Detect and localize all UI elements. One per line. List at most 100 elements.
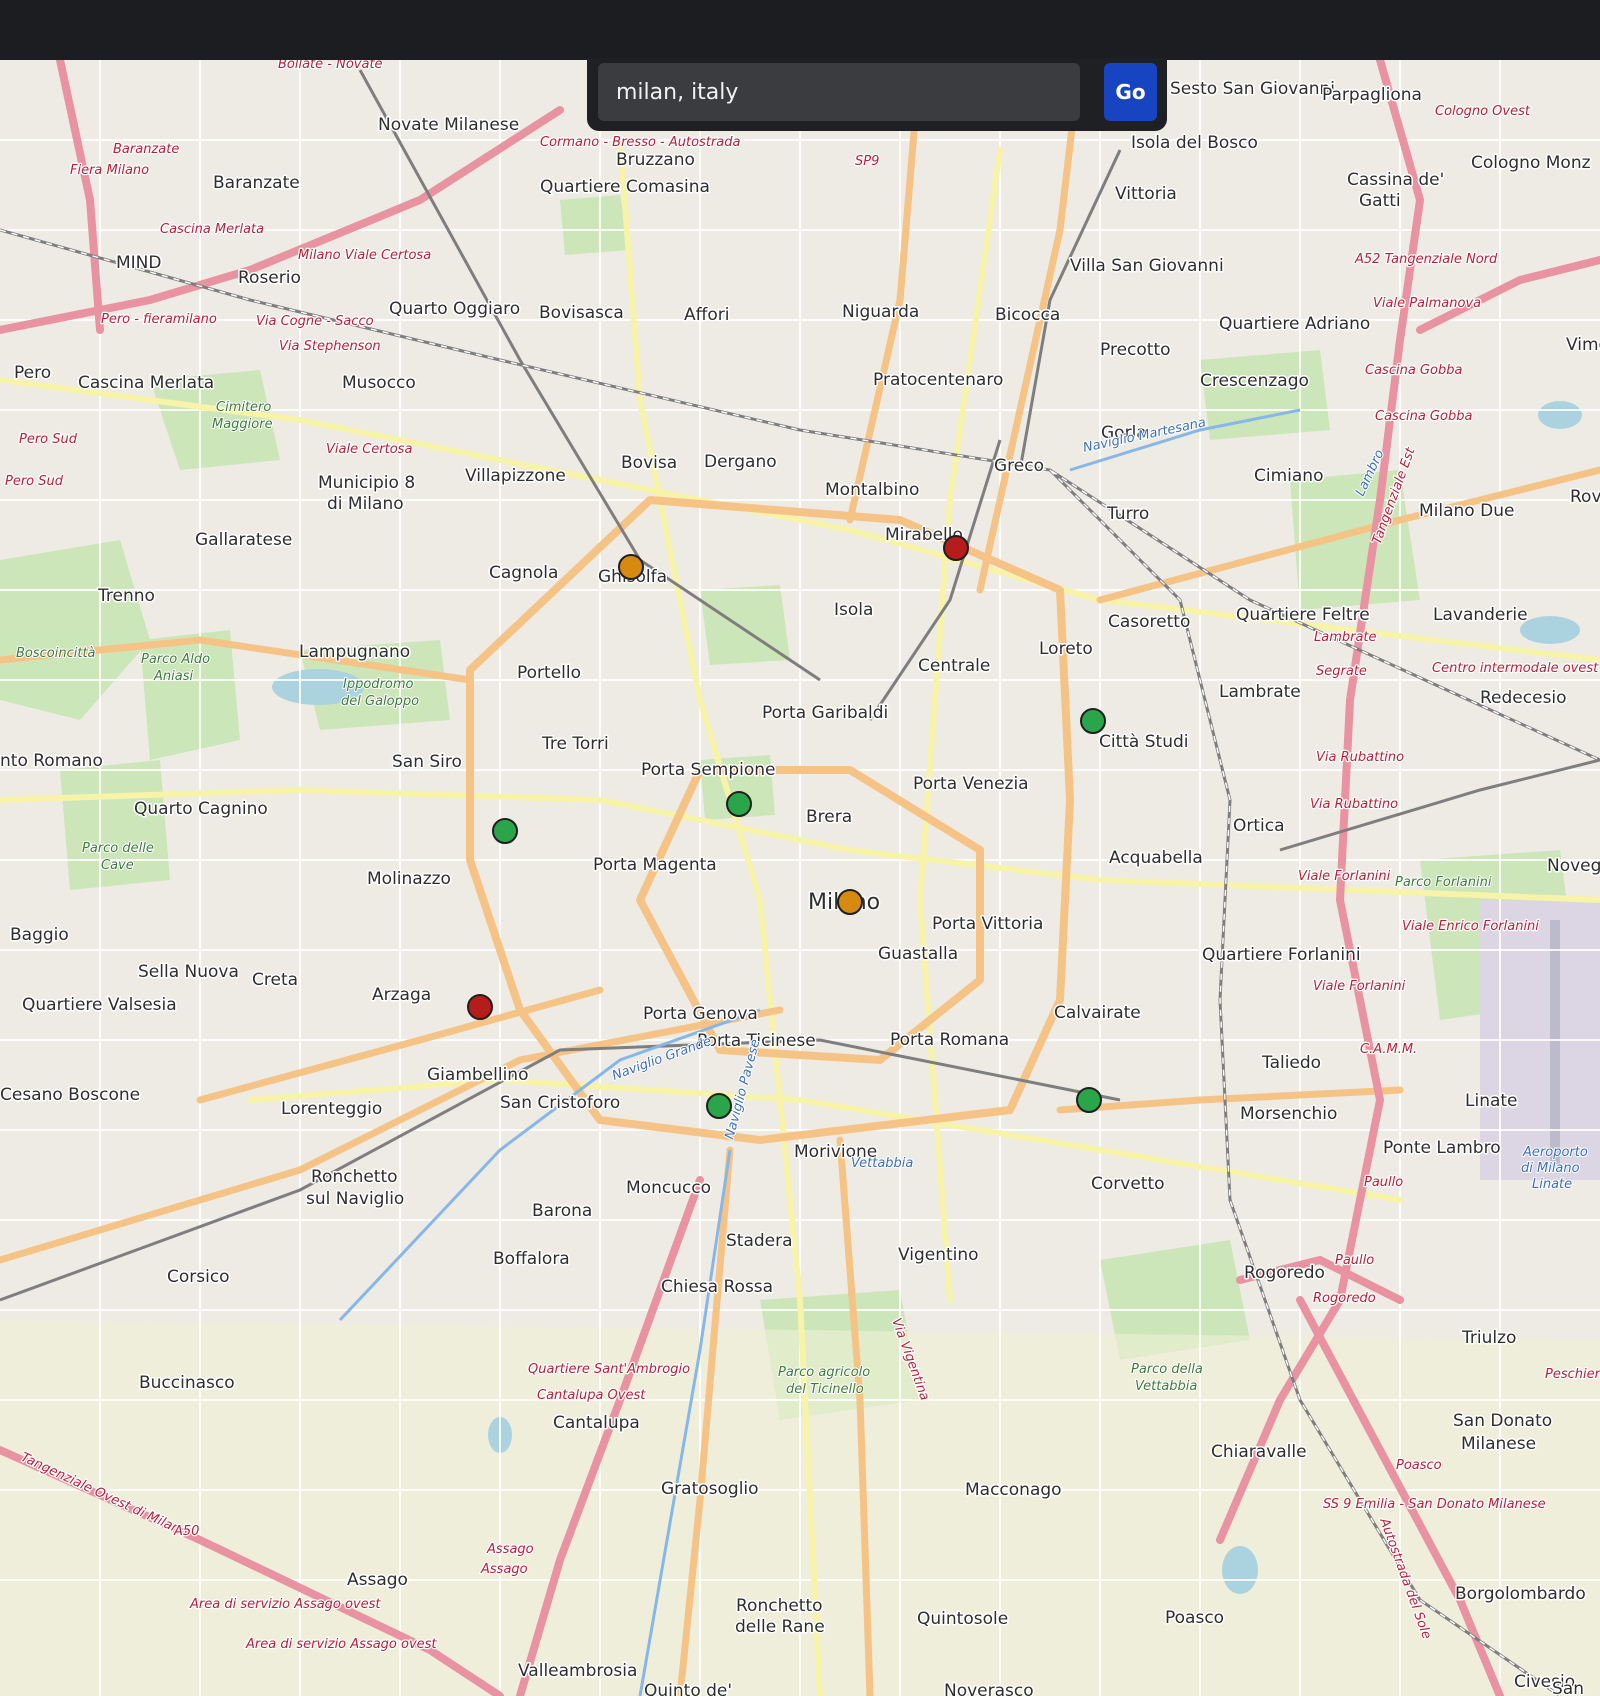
water-label: di Milano xyxy=(1521,1161,1580,1176)
park-label: Maggiore xyxy=(212,417,273,432)
place-label: Cologno Monz xyxy=(1471,153,1591,173)
road-label: Poasco xyxy=(1396,1458,1442,1473)
road-label: Lambrate xyxy=(1314,630,1377,645)
place-label: Quarto Oggiaro xyxy=(389,299,520,319)
road-label: Cascina Gobba xyxy=(1375,409,1472,424)
place-label: Porta Romana xyxy=(890,1030,1009,1050)
place-label: Greco xyxy=(994,456,1044,476)
place-label: Porta Genova xyxy=(643,1004,758,1024)
place-label: Ponte Lambro xyxy=(1383,1138,1501,1158)
place-label: Borgolombardo xyxy=(1455,1584,1586,1604)
map-marker-orange[interactable] xyxy=(618,554,644,580)
place-label: Corvetto xyxy=(1091,1174,1165,1194)
road-label: Cormano - Bresso - Autostrada xyxy=(540,135,740,150)
map-canvas[interactable]: Novate Milanese Bruzzano Quartiere Comas… xyxy=(0,60,1600,1696)
place-label: Macconago xyxy=(965,1480,1062,1500)
map-marker-green[interactable] xyxy=(706,1093,732,1119)
place-label: Calvairate xyxy=(1054,1003,1141,1023)
place-label: Milanese xyxy=(1461,1434,1536,1454)
map-marker-green[interactable] xyxy=(726,791,752,817)
place-label: Baranzate xyxy=(213,173,300,193)
place-label: Buccinasco xyxy=(139,1373,235,1393)
place-label: Porta Sempione xyxy=(641,760,775,780)
place-label: Isola xyxy=(834,600,873,620)
road-label: Paullo xyxy=(1364,1175,1403,1190)
water-label: Aeroporto xyxy=(1522,1145,1588,1160)
place-label: Valleambrosia xyxy=(518,1661,637,1681)
place-label: Pratocentenaro xyxy=(873,370,1003,390)
place-label: Noverasco xyxy=(944,1681,1034,1696)
place-label: Villa San Giovanni xyxy=(1070,256,1224,276)
place-label: Vimo xyxy=(1566,335,1600,355)
place-label: Lampugnano xyxy=(299,642,410,662)
place-label: Giambellino xyxy=(427,1065,528,1085)
water-label: Vettabbia xyxy=(851,1156,913,1171)
place-label: San Donato xyxy=(1453,1411,1552,1431)
park-label: Cimitero xyxy=(216,400,271,415)
place-label: Chiesa Rossa xyxy=(661,1277,773,1297)
place-label: Cimiano xyxy=(1254,466,1323,486)
map-marker-green[interactable] xyxy=(1076,1087,1102,1113)
place-label: Isola del Bosco xyxy=(1131,133,1258,153)
place-label: Quarto Cagnino xyxy=(134,799,268,819)
place-label: Lambrate xyxy=(1219,682,1301,702)
place-label: Boffalora xyxy=(493,1249,570,1269)
park-label: Parco Forlanini xyxy=(1395,875,1492,890)
road-label: Bollate - Novate xyxy=(278,60,383,72)
map-marker-red[interactable] xyxy=(943,535,969,561)
place-label: Quartiere Valsesia xyxy=(22,995,177,1015)
road-label: Pero Sud xyxy=(19,432,78,447)
place-label: Municipio 8 xyxy=(318,473,415,493)
road-label: Viale Forlanini xyxy=(1313,979,1406,994)
search-input[interactable] xyxy=(598,63,1080,121)
place-label: Cagnola xyxy=(489,563,558,583)
place-label: Quartiere Feltre xyxy=(1236,605,1370,625)
park-label: del Galoppo xyxy=(341,694,419,709)
place-label: Cassina de' xyxy=(1347,170,1444,190)
place-label: Tre Torri xyxy=(541,734,609,754)
place-label: Centrale xyxy=(918,656,990,676)
road-label: Cantalupa Ovest xyxy=(537,1388,646,1403)
park-label: Parco Aldo xyxy=(141,652,210,667)
road-label: Area di servizio Assago ovest xyxy=(189,1597,381,1612)
road-label: Pero Sud xyxy=(5,474,64,489)
place-label: Città Studi xyxy=(1099,732,1189,752)
place-label: delle Rane xyxy=(735,1617,825,1637)
place-label: Roserio xyxy=(238,268,301,288)
place-label: Acquabella xyxy=(1109,848,1203,868)
place-label: Lorenteggio xyxy=(281,1099,382,1119)
water-label: Linate xyxy=(1532,1177,1572,1192)
map-marker-green[interactable] xyxy=(1080,708,1106,734)
place-label: Porta Venezia xyxy=(913,774,1029,794)
place-label: Rova xyxy=(1570,487,1600,507)
place-label: Porta Vittoria xyxy=(932,914,1043,934)
park-label: Parco agricolo xyxy=(778,1365,870,1380)
go-button[interactable]: Go xyxy=(1104,63,1157,121)
search-bar: Go xyxy=(587,58,1167,131)
park-label: del Ticinello xyxy=(786,1382,864,1397)
map-marker-orange[interactable] xyxy=(837,889,863,915)
road-label: A52 Tangenziale Nord xyxy=(1354,252,1498,267)
place-label: di Milano xyxy=(327,494,404,514)
place-label: Pero xyxy=(14,363,51,383)
place-label: Taliedo xyxy=(1261,1053,1321,1073)
road-label: Viale Forlanini xyxy=(1298,869,1391,884)
place-label: Quartiere Adriano xyxy=(1219,314,1370,334)
place-label: Chiaravalle xyxy=(1211,1442,1307,1462)
road-label: SS 9 Emilia - San Donato Milanese xyxy=(1323,1497,1546,1512)
place-label: Trenno xyxy=(97,586,155,606)
road-label: Viale Certosa xyxy=(326,442,412,457)
place-label: Lavanderie xyxy=(1433,605,1528,625)
road-label: Via Cogne - Sacco xyxy=(256,314,374,329)
road-label: Milano Viale Certosa xyxy=(298,248,431,263)
map-marker-green[interactable] xyxy=(492,818,518,844)
map-marker-red[interactable] xyxy=(467,994,493,1020)
place-label: Ronchetto xyxy=(736,1596,823,1616)
top-bar xyxy=(0,0,1600,60)
place-label: Gatti xyxy=(1359,191,1401,211)
place-label: Moncucco xyxy=(626,1178,711,1198)
place-label: Turro xyxy=(1106,504,1149,524)
place-label: Vittoria xyxy=(1115,184,1177,204)
place-label: Barona xyxy=(532,1201,592,1221)
road-label: Fiera Milano xyxy=(70,163,149,178)
